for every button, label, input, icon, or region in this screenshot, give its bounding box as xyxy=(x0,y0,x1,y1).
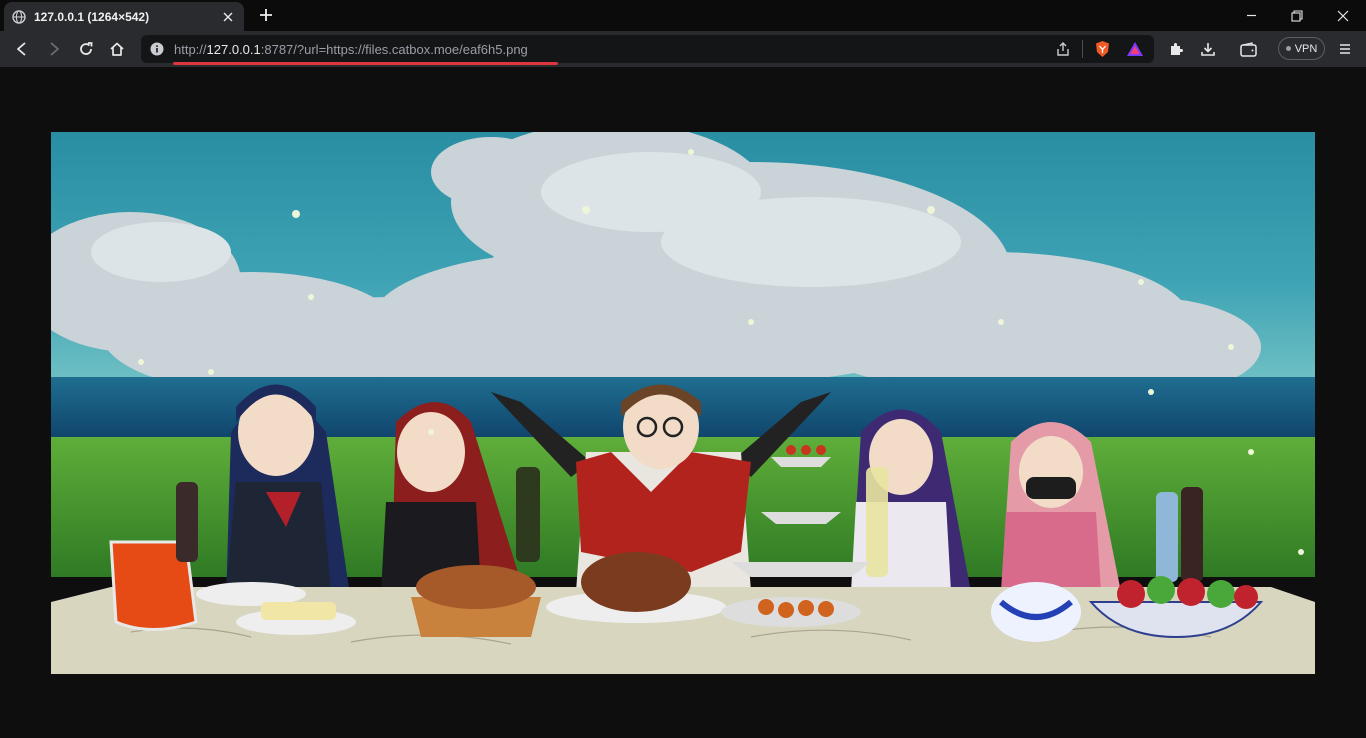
url-scheme: http:// xyxy=(174,42,207,57)
brave-shields-icon[interactable] xyxy=(1094,40,1111,58)
image-canvas xyxy=(51,132,1315,674)
close-window-button[interactable] xyxy=(1320,0,1366,31)
page-viewport xyxy=(0,67,1366,738)
home-button[interactable] xyxy=(105,37,129,61)
puzzle-piece-icon xyxy=(1171,43,1183,55)
address-bar-divider xyxy=(1082,40,1083,58)
url-text[interactable]: http://127.0.0.1:8787/?url=https://files… xyxy=(174,42,528,57)
url-underline xyxy=(173,62,558,65)
vpn-status-dot xyxy=(1285,46,1291,51)
restore-button[interactable] xyxy=(1274,0,1320,31)
anime-feast-image[interactable] xyxy=(51,132,1315,674)
back-button[interactable] xyxy=(10,37,34,61)
new-tab-button[interactable] xyxy=(256,5,276,25)
forward-arrow-icon xyxy=(50,42,59,56)
minimize-button[interactable] xyxy=(1228,0,1274,31)
wallet-button[interactable] xyxy=(1236,37,1260,61)
navigation-toolbar: http://127.0.0.1:8787/?url=https://files… xyxy=(0,31,1366,67)
url-path: :8787/?url=https://files.catbox.moe/eaf6… xyxy=(260,42,528,57)
tab-title: 127.0.0.1 (1264×542) xyxy=(34,9,150,24)
url-host: 127.0.0.1 xyxy=(206,42,261,57)
site-info-icon[interactable] xyxy=(150,42,164,56)
brave-rewards-icon[interactable] xyxy=(1126,41,1144,57)
reload-button[interactable] xyxy=(74,37,98,61)
downloads-button[interactable] xyxy=(1196,37,1220,61)
vpn-label: VPN xyxy=(1294,42,1318,55)
globe-icon xyxy=(12,9,26,24)
hamburger-menu-icon xyxy=(1340,44,1350,54)
reload-icon xyxy=(80,42,93,55)
extensions-button[interactable] xyxy=(1164,37,1188,61)
forward-button[interactable] xyxy=(42,37,66,61)
main-menu-button[interactable] xyxy=(1333,37,1357,61)
close-tab-icon[interactable] xyxy=(220,9,236,25)
share-icon[interactable] xyxy=(1055,41,1071,57)
download-icon xyxy=(1201,43,1215,56)
wallet-icon xyxy=(1239,41,1257,57)
back-arrow-icon xyxy=(17,42,26,56)
vpn-button[interactable]: VPN xyxy=(1278,37,1325,60)
address-bar[interactable]: http://127.0.0.1:8787/?url=https://files… xyxy=(141,35,1154,65)
tab-active[interactable]: 127.0.0.1 (1264×542) xyxy=(4,2,244,31)
tab-strip: 127.0.0.1 (1264×542) xyxy=(0,0,1366,31)
home-icon xyxy=(110,42,124,56)
